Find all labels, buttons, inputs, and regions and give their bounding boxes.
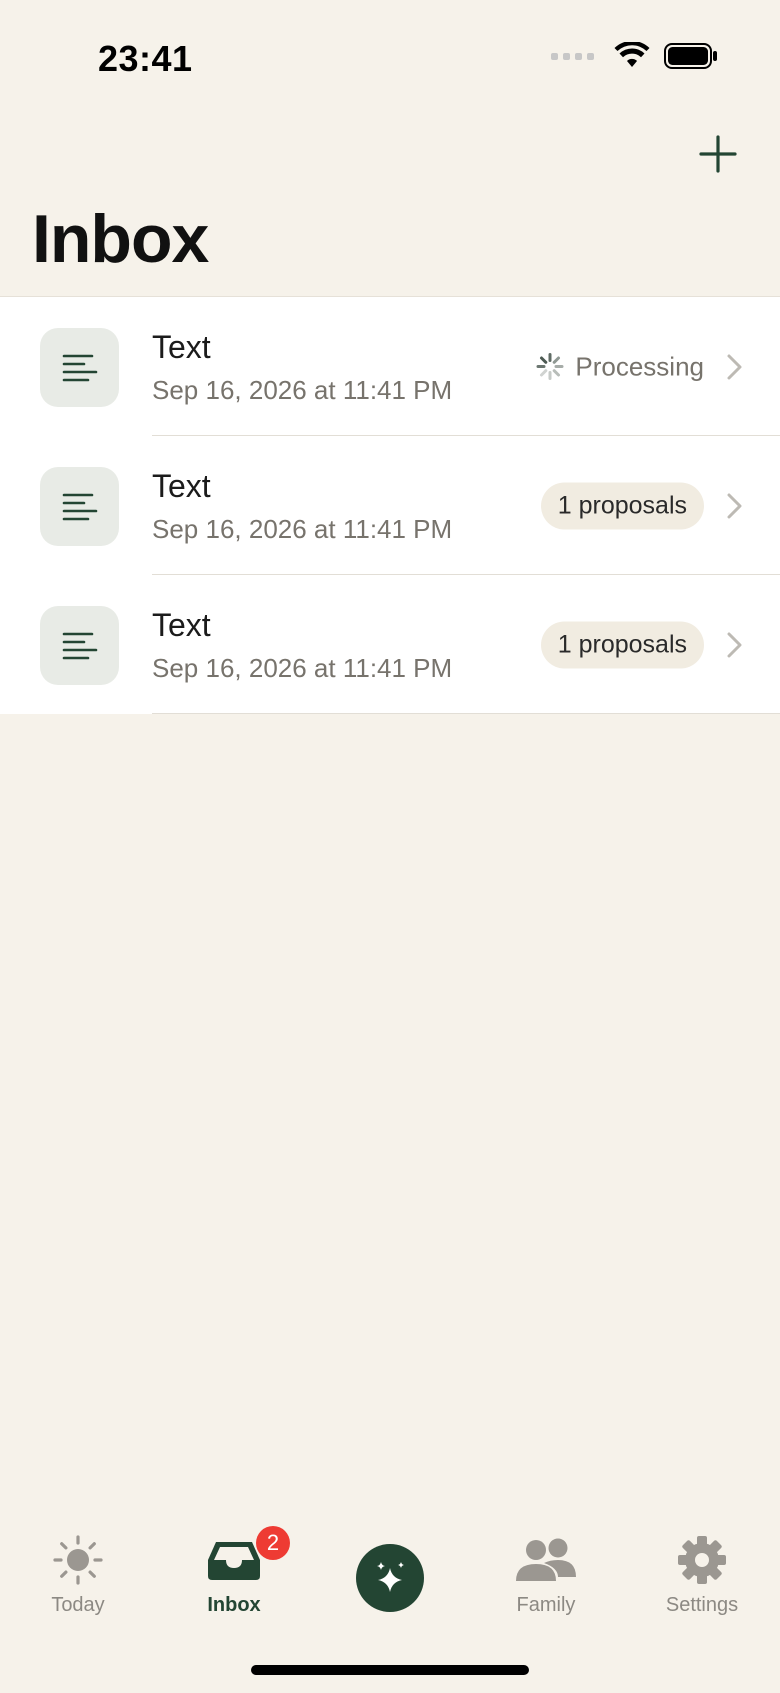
item-text: Text Sep 16, 2026 at 11:41 PM [152, 607, 452, 683]
proposals-badge: 1 proposals [540, 621, 704, 668]
item-text: Text Sep 16, 2026 at 11:41 PM [152, 329, 452, 405]
text-document-icon [40, 467, 119, 546]
list-item[interactable]: Text Sep 16, 2026 at 11:41 PM 1 proposal… [0, 575, 780, 714]
tab-settings[interactable]: Settings [624, 1530, 780, 1650]
inbox-list: Text Sep 16, 2026 at 11:41 PM Processing [0, 296, 780, 714]
spinner-icon [536, 353, 564, 380]
text-document-icon [40, 328, 119, 407]
item-status: Processing [535, 351, 704, 382]
list-item[interactable]: Text Sep 16, 2026 at 11:41 PM 1 proposal… [0, 436, 780, 575]
battery-icon [664, 43, 717, 69]
gear-icon [676, 1532, 728, 1588]
status-icons [551, 42, 718, 70]
status-bar: 23:41 [0, 0, 780, 110]
item-status: 1 proposals [540, 482, 704, 529]
text-document-icon [40, 606, 119, 685]
page-title: Inbox [32, 201, 209, 277]
tab-label: Settings [665, 1594, 739, 1616]
processing-label: Processing [575, 351, 704, 381]
tab-label: Inbox [207, 1594, 261, 1616]
tab-today[interactable]: Today [0, 1530, 156, 1650]
item-date: Sep 16, 2026 at 11:41 PM [152, 375, 453, 405]
sun-icon [52, 1532, 104, 1588]
inbox-tray-icon: 2 [206, 1526, 290, 1588]
sparkle-icon [377, 1562, 404, 1592]
plus-icon [699, 135, 737, 173]
list-item[interactable]: Text Sep 16, 2026 at 11:41 PM Processing [0, 297, 780, 436]
item-date: Sep 16, 2026 at 11:41 PM [152, 514, 453, 544]
proposals-badge: 1 proposals [540, 482, 704, 529]
item-title: Text [152, 329, 211, 365]
tab-label: Family [516, 1594, 576, 1616]
signal-icon [551, 52, 594, 60]
wifi-icon [614, 42, 650, 67]
chevron-right-icon [727, 354, 742, 379]
add-button[interactable] [690, 126, 746, 182]
status-time: 23:41 [98, 38, 193, 79]
sparkle-action-button[interactable] [356, 1544, 424, 1612]
chevron-right-icon [727, 493, 742, 518]
item-status: 1 proposals [540, 621, 704, 668]
item-text: Text Sep 16, 2026 at 11:41 PM [152, 468, 452, 544]
chevron-right-icon [727, 632, 742, 657]
item-title: Text [152, 468, 211, 504]
tab-inbox[interactable]: 2 Inbox [156, 1526, 312, 1650]
item-title: Text [152, 607, 211, 643]
tab-assistant[interactable] [312, 1530, 468, 1650]
tab-label: Today [51, 1594, 105, 1616]
tab-bar: Today 2 Inbox Family Settings [0, 1526, 780, 1650]
item-date: Sep 16, 2026 at 11:41 PM [152, 653, 453, 683]
people-icon [514, 1532, 578, 1588]
tab-family[interactable]: Family [468, 1530, 624, 1650]
inbox-count-badge: 2 [256, 1526, 290, 1560]
home-indicator [251, 1665, 529, 1675]
